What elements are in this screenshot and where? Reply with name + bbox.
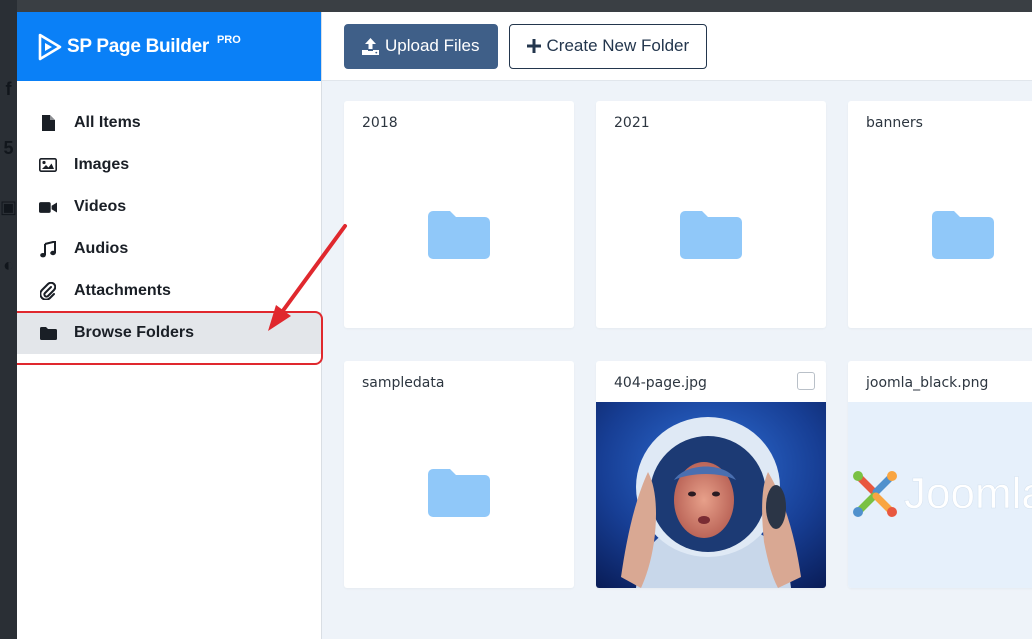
file-icon bbox=[39, 114, 57, 132]
background-page-strip bbox=[0, 0, 1032, 12]
sidebar-item-label: Audios bbox=[74, 240, 129, 257]
sidebar-item-label: Images bbox=[74, 156, 130, 173]
upload-files-label: Upload Files bbox=[385, 36, 480, 55]
sidebar-item-images[interactable]: Images bbox=[17, 144, 321, 186]
folder-card[interactable]: banners bbox=[848, 101, 1032, 328]
astronaut-image-thumbnail bbox=[596, 402, 826, 588]
brand-name: SP Page Builder bbox=[67, 35, 209, 57]
background-page-sidebar: f 5 ▣ ◐ bbox=[0, 0, 17, 639]
html5-icon: 5 bbox=[3, 138, 14, 158]
folder-icon bbox=[428, 469, 490, 517]
sidebar-item-label: Browse Folders bbox=[74, 324, 195, 341]
facebook-icon: f bbox=[5, 79, 12, 99]
sidebar-item-label: Videos bbox=[74, 198, 127, 215]
globe-icon: ◐ bbox=[3, 255, 14, 275]
folder-name: sampledata bbox=[362, 375, 445, 391]
folder-icon bbox=[39, 324, 57, 342]
video-camera-icon bbox=[39, 198, 57, 216]
toolbar: Upload Files Create New Folder bbox=[322, 12, 1032, 81]
main-content: Upload Files Create New Folder 2018 2021… bbox=[322, 12, 1032, 639]
folder-card[interactable]: 2018 bbox=[344, 101, 574, 328]
brand-pro-badge: PRO bbox=[216, 33, 241, 46]
folder-card[interactable]: 2021 bbox=[596, 101, 826, 328]
select-checkbox[interactable] bbox=[797, 372, 815, 390]
folder-icon bbox=[932, 211, 994, 259]
sidebar-item-browse-folders[interactable]: Browse Folders bbox=[17, 312, 321, 354]
sidebar: SP Page Builder PRO All Items Images Vid… bbox=[17, 12, 322, 639]
sp-logo-icon bbox=[38, 33, 62, 60]
folder-name: 2021 bbox=[614, 115, 650, 131]
sidebar-item-label: All Items bbox=[74, 114, 141, 131]
paperclip-icon bbox=[39, 282, 57, 300]
folder-icon bbox=[428, 211, 490, 259]
upload-files-button[interactable]: Upload Files bbox=[344, 23, 498, 69]
file-name: joomla_black.png bbox=[866, 375, 989, 391]
folder-name: 2018 bbox=[362, 115, 398, 131]
joomla-logo-thumbnail: Joomla bbox=[848, 402, 1032, 588]
file-name: 404-page.jpg bbox=[614, 375, 707, 391]
create-new-folder-button[interactable]: Create New Folder bbox=[508, 23, 708, 69]
upload-icon bbox=[362, 37, 379, 55]
svg-text:Joomla: Joomla bbox=[904, 469, 1032, 518]
create-new-folder-label: Create New Folder bbox=[546, 36, 690, 55]
folder-name: banners bbox=[866, 115, 923, 131]
sidebar-item-attachments[interactable]: Attachments bbox=[17, 270, 321, 312]
image-card[interactable]: joomla_black.png Joomla bbox=[848, 361, 1032, 588]
folder-card[interactable]: sampledata bbox=[344, 361, 574, 588]
media-manager-modal: SP Page Builder PRO All Items Images Vid… bbox=[17, 12, 1032, 639]
sidebar-item-videos[interactable]: Videos bbox=[17, 186, 321, 228]
image-icon bbox=[39, 156, 57, 174]
sidebar-item-audios[interactable]: Audios bbox=[17, 228, 321, 270]
image-card[interactable]: 404-page.jpg bbox=[596, 361, 826, 588]
sidebar-item-all-items[interactable]: All Items bbox=[17, 102, 321, 144]
calendar-icon: ▣ bbox=[0, 197, 18, 217]
plus-icon bbox=[526, 39, 541, 53]
brand-header: SP Page Builder PRO bbox=[17, 12, 321, 81]
folder-icon bbox=[680, 211, 742, 259]
sidebar-nav: All Items Images Videos Audios Attachmen… bbox=[17, 102, 321, 354]
sidebar-item-label: Attachments bbox=[74, 282, 171, 299]
music-note-icon bbox=[39, 240, 57, 258]
media-grid: 2018 2021 banners sampledata 404-page.jp… bbox=[344, 101, 1032, 588]
